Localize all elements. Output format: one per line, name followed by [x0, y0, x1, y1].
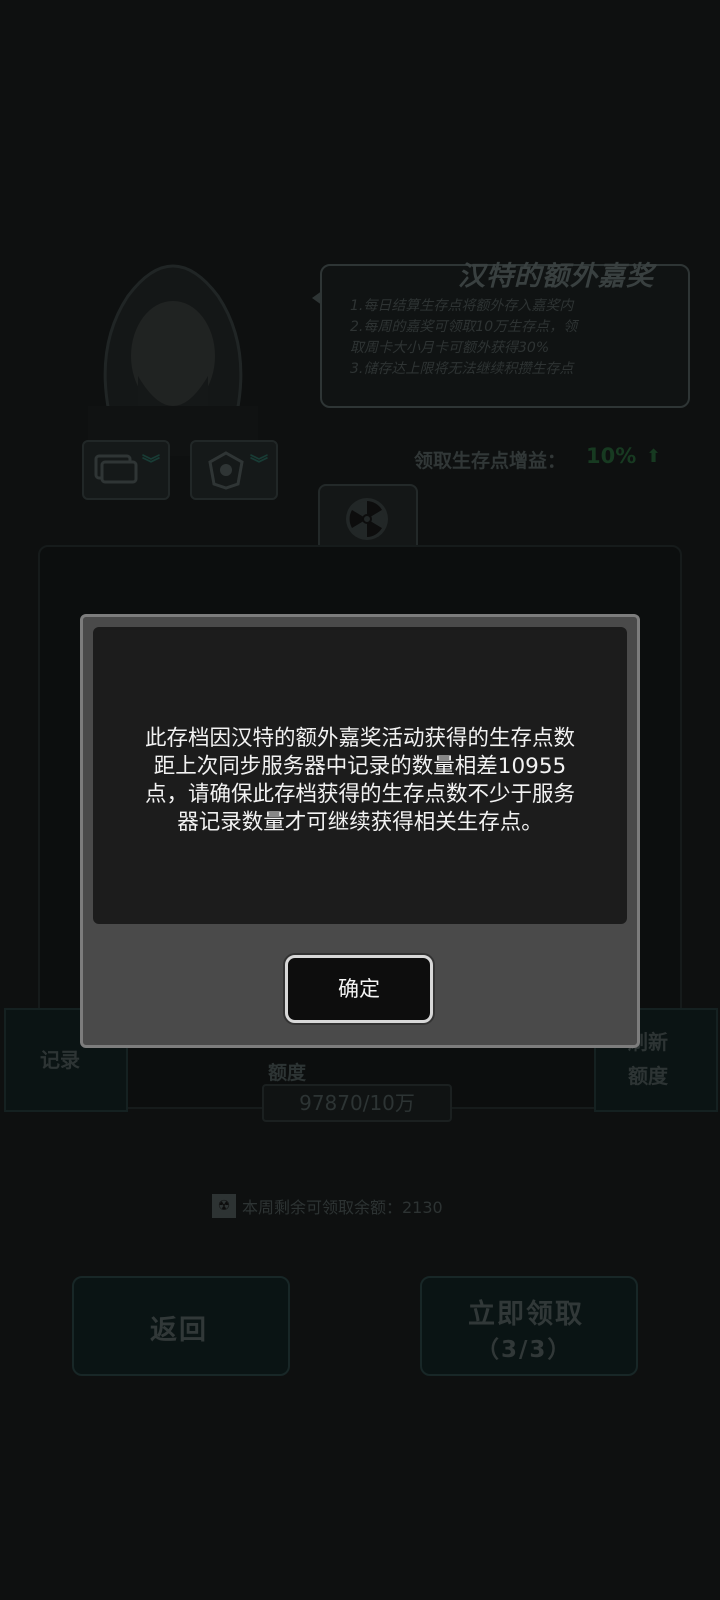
message-line: 点，请确保此存档获得的生存点数不少于服务	[144, 782, 575, 807]
confirm-button[interactable]: 确定	[285, 955, 433, 1023]
message-line: 距上次同步服务器中记录的数量相差10955	[153, 754, 567, 779]
message-line: 器记录数量才可继续获得相关生存点。	[177, 810, 543, 835]
message-line: 此存档因汉特的额外嘉奖活动获得的生存点数	[144, 726, 575, 751]
dialog-message-area: 此存档因汉特的额外嘉奖活动获得的生存点数 距上次同步服务器中记录的数量相差109…	[93, 627, 627, 924]
sync-warning-dialog: 此存档因汉特的额外嘉奖活动获得的生存点数 距上次同步服务器中记录的数量相差109…	[80, 614, 640, 1048]
dialog-message: 此存档因汉特的额外嘉奖活动获得的生存点数 距上次同步服务器中记录的数量相差109…	[121, 725, 599, 837]
